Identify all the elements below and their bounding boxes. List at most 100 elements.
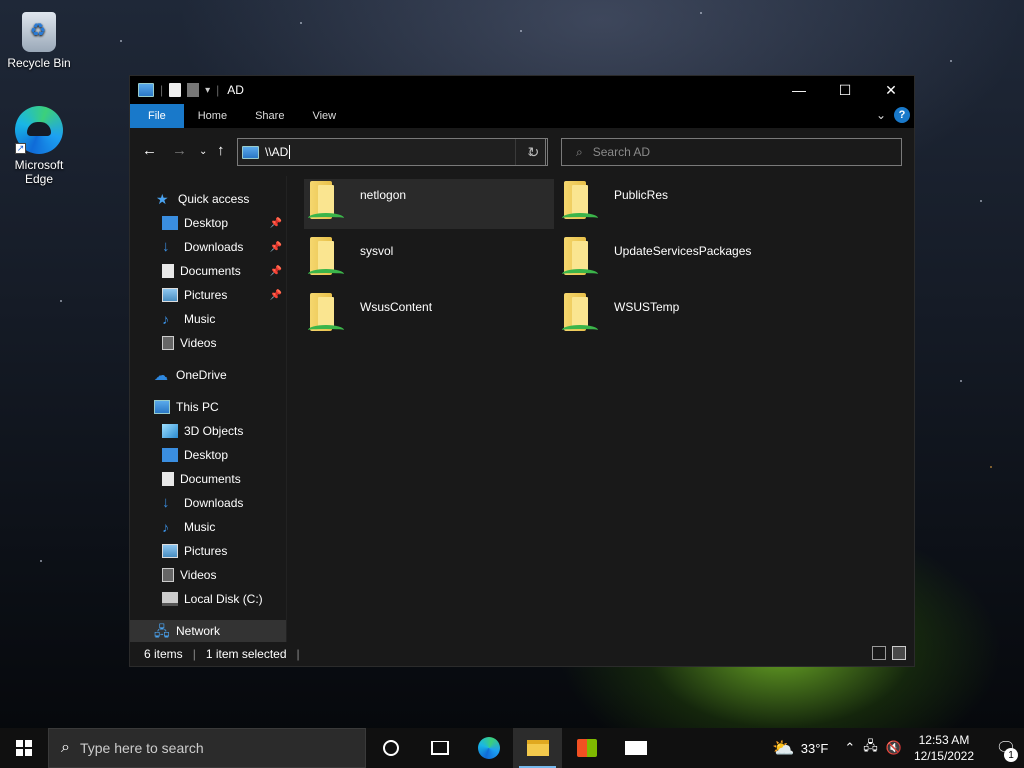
- show-hidden-icons-icon[interactable]: ⌃: [844, 740, 855, 756]
- network-status-icon[interactable]: 🖧: [863, 737, 878, 759]
- store-taskbar-button[interactable]: [562, 728, 611, 768]
- back-arrow-icon[interactable]: ←: [142, 142, 157, 159]
- sidebar-item-local-disk[interactable]: Local Disk (C:): [130, 588, 286, 610]
- sidebar-item-label: This PC: [176, 400, 219, 414]
- date: 12/15/2022: [913, 749, 974, 763]
- shared-folder-icon: [306, 235, 346, 281]
- cloud-icon: ☁: [154, 367, 168, 383]
- forward-arrow-icon[interactable]: →: [172, 142, 187, 159]
- folder-item[interactable]: UpdateServicesPackages: [558, 235, 808, 285]
- cortana-icon: [382, 740, 399, 756]
- taskbar-search[interactable]: ⌕ Type here to search: [48, 728, 366, 768]
- sidebar-item-downloads[interactable]: ↓ Downloads 📌: [130, 236, 286, 258]
- recycle-bin-desktop-icon[interactable]: Recycle Bin: [3, 8, 75, 70]
- sidebar-item-network[interactable]: 🖧 Network: [130, 620, 286, 642]
- up-arrow-icon[interactable]: ↑: [217, 142, 225, 159]
- 3d-objects-icon: [162, 424, 178, 438]
- properties-icon[interactable]: [169, 83, 182, 97]
- sidebar-item-label: Local Disk (C:): [184, 592, 263, 606]
- tab-view[interactable]: View: [298, 104, 350, 128]
- sidebar-item-3d-objects[interactable]: 3D Objects: [130, 420, 286, 442]
- recent-locations-icon[interactable]: ⌄: [199, 146, 207, 157]
- selection-count: 1 item selected: [205, 647, 287, 661]
- view-toggle: [872, 646, 906, 660]
- shortcut-arrow-icon: ↗: [15, 143, 26, 154]
- sidebar-item-onedrive[interactable]: ☁ OneDrive: [130, 364, 286, 386]
- file-explorer-taskbar-button[interactable]: [513, 728, 562, 768]
- computer-icon: [242, 145, 259, 159]
- address-value: \\AD: [265, 145, 289, 159]
- refresh-button[interactable]: ↻: [520, 138, 548, 166]
- sidebar-item-videos[interactable]: Videos: [130, 564, 286, 586]
- music-icon: ♪: [162, 311, 169, 327]
- weather-widget[interactable]: ⛅ 33°F: [772, 738, 828, 759]
- sidebar-item-music[interactable]: ♪ Music: [130, 516, 286, 538]
- new-folder-icon[interactable]: [187, 83, 200, 97]
- mail-icon: [624, 741, 647, 755]
- sidebar-item-label: Pictures: [184, 544, 228, 558]
- pane-divider[interactable]: [286, 176, 287, 642]
- pin-icon: 📌: [269, 289, 282, 301]
- pictures-icon: [162, 288, 178, 302]
- details-view-icon[interactable]: [872, 646, 886, 660]
- folder-item[interactable]: WSUSTemp: [558, 291, 808, 341]
- edge-desktop-icon[interactable]: ↗ Microsoft Edge: [3, 106, 75, 186]
- notification-count: 1: [1004, 748, 1018, 762]
- minimize-button[interactable]: —: [776, 76, 822, 104]
- sidebar-item-downloads[interactable]: ↓ Downloads: [130, 492, 286, 514]
- separator: |: [296, 647, 300, 661]
- shared-folder-icon: [560, 179, 600, 225]
- mail-taskbar-button[interactable]: [611, 728, 660, 768]
- shared-folder-icon: [560, 235, 600, 281]
- start-button[interactable]: [0, 728, 48, 768]
- tab-home[interactable]: Home: [184, 104, 241, 128]
- search-placeholder: Type here to search: [79, 740, 204, 756]
- close-button[interactable]: ✕: [868, 76, 914, 104]
- search-box[interactable]: ⌕: [561, 138, 902, 166]
- pin-icon: 📌: [269, 265, 282, 277]
- folder-icon: [526, 740, 549, 756]
- sidebar-item-desktop[interactable]: Desktop: [130, 444, 286, 466]
- maximize-button[interactable]: ☐: [822, 76, 868, 104]
- help-icon[interactable]: ?: [894, 107, 910, 123]
- music-icon: ♪: [162, 519, 169, 535]
- videos-icon: [162, 568, 174, 582]
- folder-item[interactable]: PublicRes: [558, 179, 808, 229]
- pin-icon: 📌: [269, 241, 282, 253]
- sidebar-item-videos[interactable]: Videos: [130, 332, 286, 354]
- folder-item[interactable]: WsusContent: [304, 291, 554, 341]
- navigation-bar: ← → ⌄ ↑ \\AD ⌄ ↻ ⌕: [130, 128, 914, 176]
- sidebar-item-pictures[interactable]: Pictures 📌: [130, 284, 286, 306]
- task-view-button[interactable]: [415, 728, 464, 768]
- sidebar-item-desktop[interactable]: Desktop 📌: [130, 212, 286, 234]
- time: 12:53 AM: [918, 733, 970, 747]
- sidebar-item-label: Videos: [180, 568, 217, 582]
- sidebar-item-documents[interactable]: Documents 📌: [130, 260, 286, 282]
- taskbar: ⌕ Type here to search ⛅ 33°F ⌃ 🖧 🔇 12:53…: [0, 728, 1024, 768]
- sidebar-item-pictures[interactable]: Pictures: [130, 540, 286, 562]
- sidebar-item-quick-access[interactable]: ★ Quick access: [130, 188, 286, 210]
- cortana-button[interactable]: [366, 728, 415, 768]
- sidebar-item-documents[interactable]: Documents: [130, 468, 286, 490]
- volume-muted-icon[interactable]: 🔇: [886, 740, 902, 756]
- sidebar-item-music[interactable]: ♪ Music: [130, 308, 286, 330]
- tab-share[interactable]: Share: [241, 104, 298, 128]
- address-bar[interactable]: \\AD ⌄: [237, 138, 546, 166]
- sidebar-item-this-pc[interactable]: This PC: [130, 396, 286, 418]
- folder-item[interactable]: netlogon: [304, 179, 554, 229]
- expand-ribbon-icon[interactable]: ⌄: [876, 108, 886, 122]
- weather-icon: ⛅: [772, 737, 795, 758]
- tab-file[interactable]: File: [130, 104, 184, 128]
- edge-icon: ↗: [15, 106, 63, 154]
- large-icons-view-icon[interactable]: [892, 646, 906, 660]
- folder-item[interactable]: sysvol: [304, 235, 554, 285]
- separator: |: [192, 647, 196, 661]
- document-icon: [162, 472, 174, 486]
- edge-taskbar-button[interactable]: [464, 728, 513, 768]
- search-input[interactable]: [592, 145, 873, 159]
- notifications-button[interactable]: 🗨 1: [988, 738, 1024, 762]
- customize-toolbar-icon[interactable]: ▾: [205, 85, 210, 96]
- shared-folder-icon: [306, 291, 346, 337]
- clock[interactable]: 12:53 AM 12/15/2022: [914, 732, 974, 764]
- document-icon: [162, 264, 174, 278]
